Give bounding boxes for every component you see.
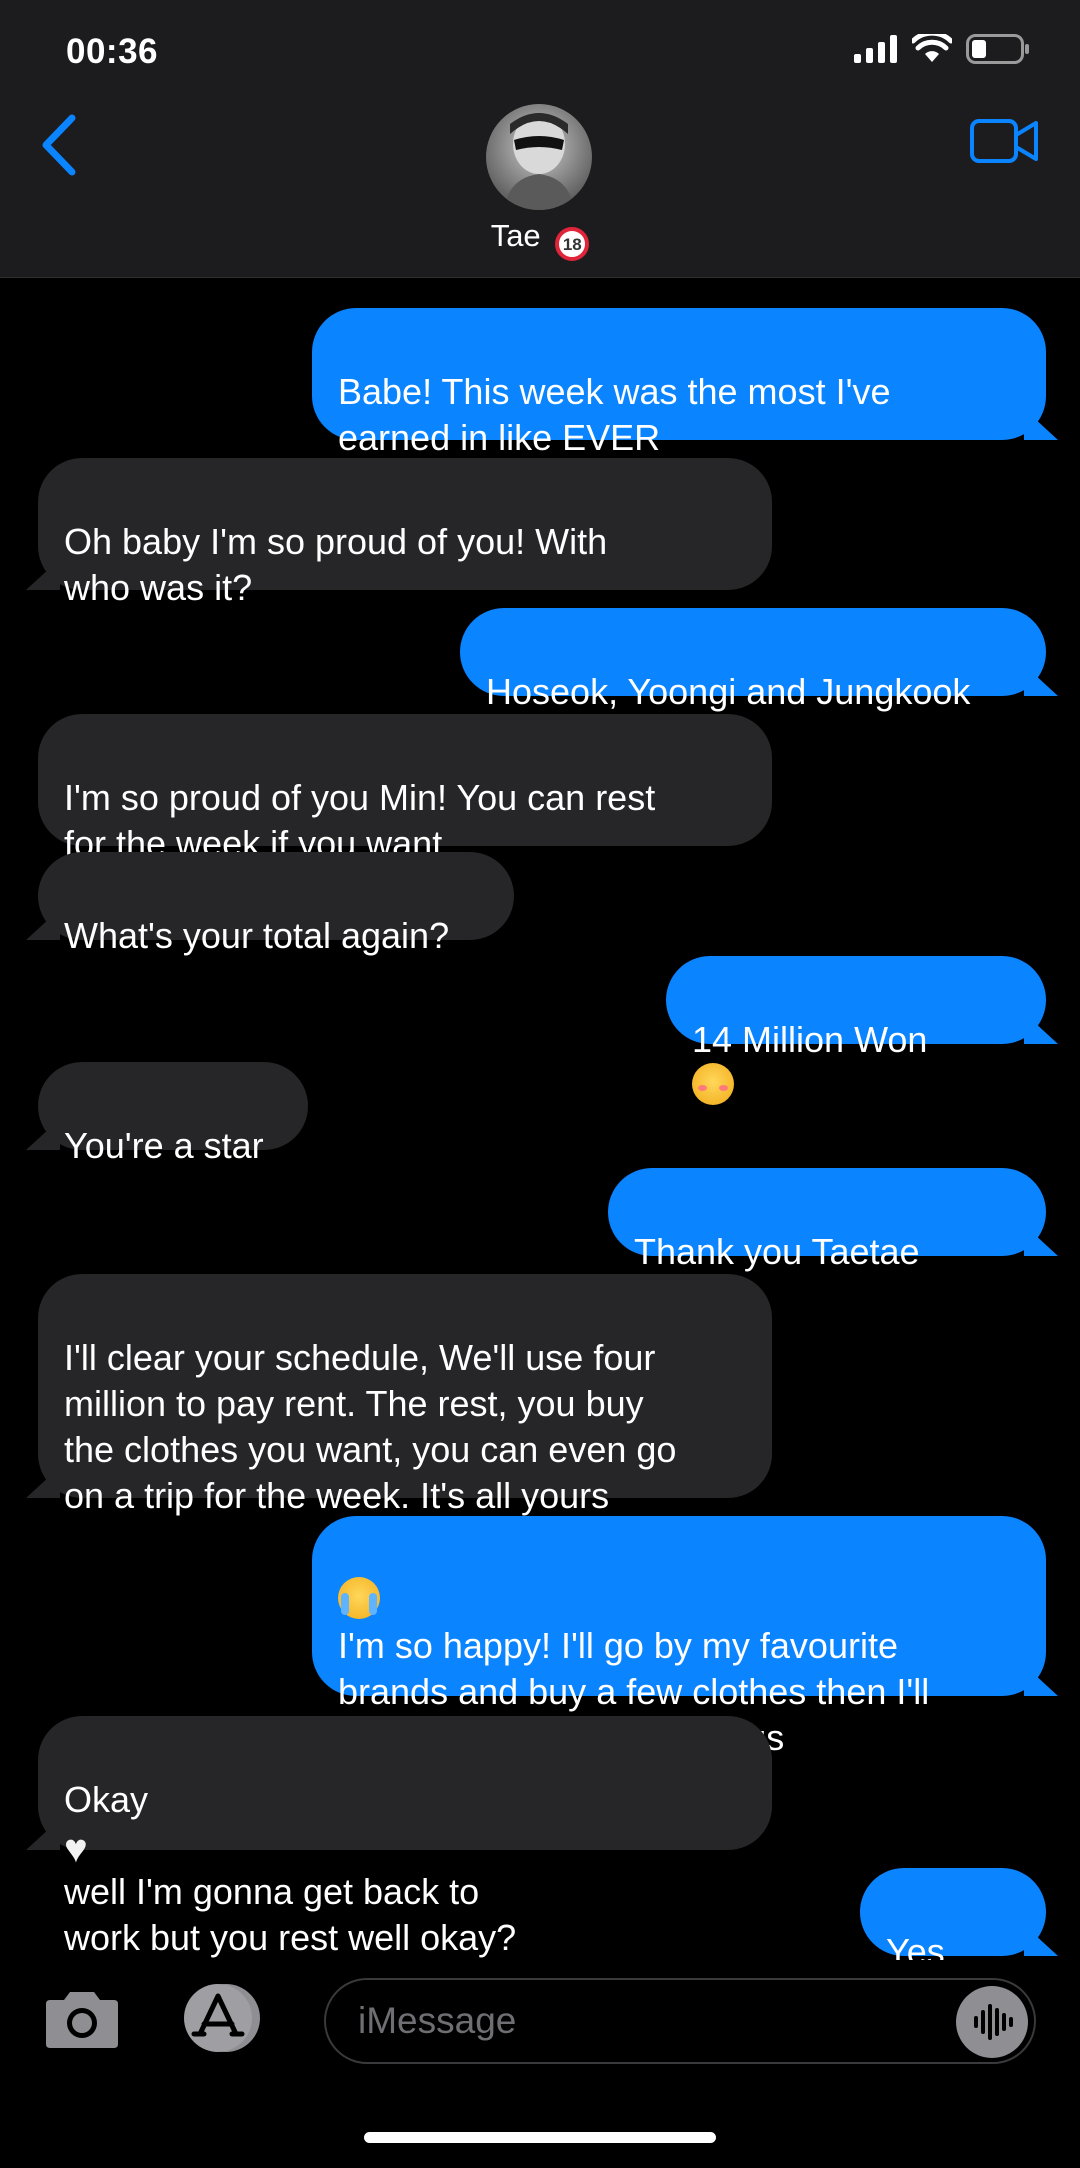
waveform-icon	[974, 2004, 1013, 2040]
status-time: 00:36	[66, 32, 159, 71]
message-text: 14 Million Won	[692, 1019, 928, 1060]
sent-message-bubble[interactable]: 14 Million Won	[666, 956, 1046, 1105]
message-text: Oh baby I'm so proud of you! With who wa…	[64, 521, 608, 608]
message-text: You're a star	[64, 1125, 264, 1166]
message-text: I'm so proud of you Min! You can rest fo…	[64, 777, 656, 864]
received-message-bubble[interactable]: You're a star	[38, 1062, 308, 1166]
home-indicator[interactable]	[364, 2132, 716, 2143]
conversation-header: 00:36 Tae 18	[0, 0, 1080, 278]
message-text: well I'm gonna get back to work but you …	[64, 1871, 517, 1958]
sent-message-bubble[interactable]: Hoseok, Yoongi and Jungkook	[460, 608, 1046, 712]
age-restricted-badge-icon: 18	[555, 227, 590, 261]
white-heart-icon: ♥	[64, 1827, 88, 1871]
contact-avatar[interactable]	[486, 104, 592, 210]
status-icons	[854, 34, 1030, 64]
cellular-signal-icon	[854, 35, 897, 63]
audio-message-button[interactable]	[956, 1986, 1028, 2058]
smiling-face-with-hearts-icon	[692, 1063, 734, 1105]
loudly-crying-face-icon	[338, 1577, 380, 1619]
message-text: Babe! This week was the most I've earned…	[338, 371, 891, 458]
received-message-bubble[interactable]: Okay ♥ well I'm gonna get back to work b…	[38, 1716, 772, 1958]
app-store-icon[interactable]	[178, 1982, 270, 2054]
avatar-photo-icon	[504, 113, 574, 210]
sent-message-bubble[interactable]: Thank you Taetae	[608, 1168, 1046, 1317]
camera-icon[interactable]	[42, 1988, 122, 2050]
contact-name: Tae	[490, 218, 541, 253]
battery-icon	[966, 34, 1029, 64]
wifi-icon	[912, 34, 952, 62]
sent-message-bubble[interactable]: Yes	[860, 1868, 1046, 2017]
message-text: Hoseok, Yoongi and Jungkook	[486, 671, 971, 712]
sent-message-bubble[interactable]: Babe! This week was the most I've earned…	[312, 308, 1046, 458]
imessage-input[interactable]: iMessage	[324, 1978, 1036, 2064]
message-text: Thank you Taetae	[634, 1231, 920, 1272]
received-message-bubble[interactable]: I'll clear your schedule, We'll use four…	[38, 1274, 772, 1516]
message-text: What's your total again?	[64, 915, 450, 956]
sent-message-bubble[interactable]: I'm so happy! I'll go by my favourite br…	[312, 1516, 1046, 1758]
message-text: Okay	[64, 1779, 149, 1820]
contact-name-row[interactable]: Tae 18	[0, 218, 1080, 261]
back-chevron-icon[interactable]	[36, 112, 84, 178]
video-call-icon[interactable]	[970, 118, 1038, 164]
received-message-bubble[interactable]: I'm so proud of you Min! You can rest fo…	[38, 714, 772, 864]
received-message-bubble[interactable]: What's your total again?	[38, 852, 514, 956]
imessage-placeholder: iMessage	[358, 2000, 517, 2041]
received-message-bubble[interactable]: Oh baby I'm so proud of you! With who wa…	[38, 458, 772, 608]
message-text: I'll clear your schedule, We'll use four…	[64, 1337, 677, 1516]
